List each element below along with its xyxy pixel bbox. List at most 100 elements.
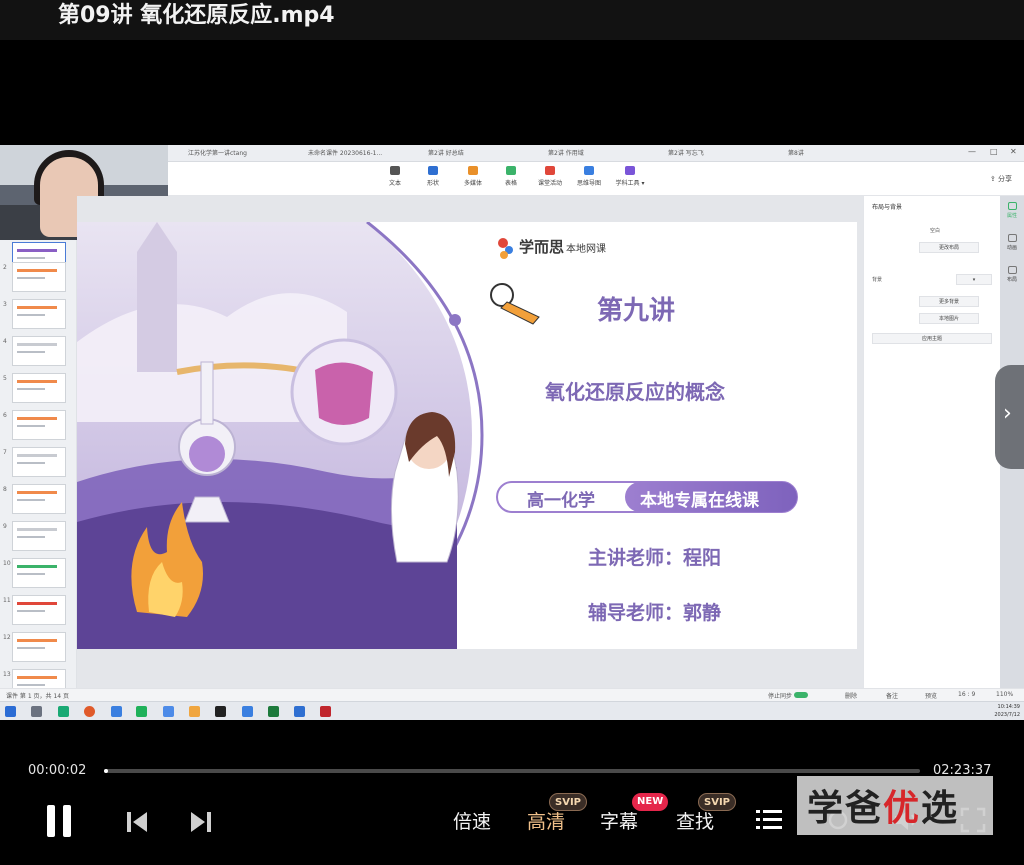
app-tab[interactable]: 第8讲: [788, 148, 898, 159]
app-tab[interactable]: 第2讲 写忘飞: [668, 148, 778, 159]
subject-tool[interactable]: 学科工具 ▾: [610, 166, 650, 187]
change-layout-button[interactable]: 更改布局: [919, 242, 979, 253]
slide-thumbnail[interactable]: [12, 669, 66, 688]
close-icon[interactable]: ✕: [1010, 147, 1017, 156]
video-frame[interactable]: 江苏化学第一讲ctang 未命名课件 20230616-1... 第2讲 好总结…: [0, 145, 1024, 720]
thumbnail-number: 8: [3, 486, 7, 493]
layout-tab[interactable]: 布局: [1004, 266, 1020, 288]
app-icon[interactable]: [242, 706, 253, 717]
playlist-icon[interactable]: [756, 808, 782, 832]
slide-canvas: 学而思 本地网课 第九讲 氧化还原反应的概念 高一化学 本地专属在线课 主讲老师：…: [77, 196, 863, 688]
clock-date: 2023/7/12: [994, 712, 1020, 718]
text-icon: [390, 166, 400, 175]
speed-button[interactable]: 倍速: [453, 807, 491, 834]
slide-thumbnail[interactable]: [12, 521, 66, 551]
progress-fill: [104, 769, 109, 773]
slide-thumbnail[interactable]: [12, 262, 66, 292]
local-image-button[interactable]: 本地图片: [919, 313, 979, 324]
slide-thumbnail[interactable]: [12, 632, 66, 662]
text-tool[interactable]: 文本: [378, 166, 412, 187]
app-icon[interactable]: [189, 706, 200, 717]
brand-subtitle: 本地网课: [566, 244, 607, 255]
pause-icon: [47, 805, 55, 837]
mindmap-icon: [584, 166, 594, 175]
next-icon[interactable]: [189, 810, 213, 834]
watermark-highlight: 优: [883, 788, 922, 829]
excel-icon[interactable]: [268, 706, 279, 717]
minimize-icon[interactable]: —: [968, 147, 976, 156]
brand-title: 学而思: [519, 238, 565, 256]
browser-icon[interactable]: [84, 706, 95, 717]
preview-button[interactable]: 预览: [925, 691, 937, 700]
thumbnail-number: 11: [3, 597, 11, 604]
svip-badge: SVIP: [549, 793, 587, 811]
slide-thumbnail[interactable]: [12, 558, 66, 588]
slide-artwork: [77, 222, 798, 649]
share-icon: ⇪: [989, 175, 996, 183]
taskview-icon[interactable]: [31, 706, 42, 717]
wechat-icon[interactable]: [136, 706, 147, 717]
rocket: [137, 222, 177, 372]
start-icon[interactable]: [5, 706, 16, 717]
animation-tab-label: 动画: [1006, 245, 1017, 251]
slide-thumbnail[interactable]: [12, 336, 66, 366]
previous-icon[interactable]: [125, 810, 149, 834]
subtitle-button[interactable]: 字幕: [600, 807, 638, 834]
lecture-topic: 氧化还原反应的概念: [545, 380, 725, 404]
app-icon[interactable]: [163, 706, 174, 717]
more-background-button[interactable]: 更多背景: [919, 296, 979, 307]
table-icon: [506, 166, 516, 175]
media-icon: [468, 166, 478, 175]
slide[interactable]: 学而思 本地网课 第九讲 氧化还原反应的概念 高一化学 本地专属在线课 主讲老师：…: [77, 222, 857, 649]
table-tool[interactable]: 表格: [494, 166, 528, 187]
sync-status[interactable]: 停止同步: [768, 691, 808, 700]
aspect-ratio[interactable]: 16 : 9: [958, 691, 975, 698]
media-tool[interactable]: 多媒体: [456, 166, 490, 187]
slide-thumbnail[interactable]: [12, 410, 66, 440]
activity-tool[interactable]: 课堂活动: [533, 166, 567, 187]
thumbnail-number: 7: [3, 449, 7, 456]
app-icon[interactable]: [294, 706, 305, 717]
share-label: 分享: [998, 175, 1012, 183]
pdf-icon[interactable]: [320, 706, 331, 717]
panel-title: 布局与背景: [872, 204, 903, 211]
progress-bar[interactable]: [104, 769, 920, 773]
delete-button[interactable]: 删除: [845, 691, 857, 700]
apply-theme-button[interactable]: 应用主题: [872, 333, 992, 344]
share-button[interactable]: ⇪ 分享: [990, 174, 1012, 184]
animation-tab[interactable]: 动画: [1004, 234, 1020, 256]
app-tab[interactable]: 江苏化学第一讲ctang: [188, 148, 298, 159]
thumbnail-number: 2: [3, 264, 7, 271]
app-tab[interactable]: 第2讲 作用域: [548, 148, 658, 159]
notes-button[interactable]: 备注: [886, 691, 898, 700]
next-video-button[interactable]: ›: [995, 365, 1024, 469]
windows-taskbar: 10:14:39 2023/7/12: [0, 701, 1024, 720]
watermark-text: 学爸: [807, 788, 884, 829]
properties-tab[interactable]: 属性: [1004, 202, 1020, 224]
activity-icon: [545, 166, 555, 175]
slide-thumbnail[interactable]: [12, 373, 66, 403]
beaker-reaction: [315, 362, 373, 425]
slide-thumbnail[interactable]: [12, 484, 66, 514]
watermark-text-end: 选: [921, 788, 960, 829]
zoom-level[interactable]: 110%: [996, 691, 1013, 698]
thumbnail-number: 4: [3, 338, 7, 345]
app-icon[interactable]: [215, 706, 226, 717]
media-tool-label: 多媒体: [463, 180, 482, 187]
shape-icon: [428, 166, 438, 175]
background-color-select[interactable]: ▾: [956, 274, 992, 285]
slide-thumbnail[interactable]: [12, 447, 66, 477]
pause-button[interactable]: [47, 805, 73, 837]
slide-thumbnail[interactable]: [12, 595, 66, 625]
text-tool-label: 文本: [388, 180, 401, 187]
app-tab[interactable]: 第2讲 好总结: [428, 148, 538, 159]
thumbnail-number: 9: [3, 523, 7, 530]
mindmap-tool[interactable]: 思维导图: [572, 166, 606, 187]
thumbnail-number: 12: [3, 634, 11, 641]
maximize-icon[interactable]: □: [990, 147, 998, 156]
app-tab[interactable]: 未命名课件 20230616-1...: [308, 148, 418, 159]
app-icon[interactable]: [58, 706, 69, 717]
slide-thumbnail[interactable]: [12, 299, 66, 329]
files-icon[interactable]: [111, 706, 122, 717]
shape-tool[interactable]: 形状: [416, 166, 450, 187]
